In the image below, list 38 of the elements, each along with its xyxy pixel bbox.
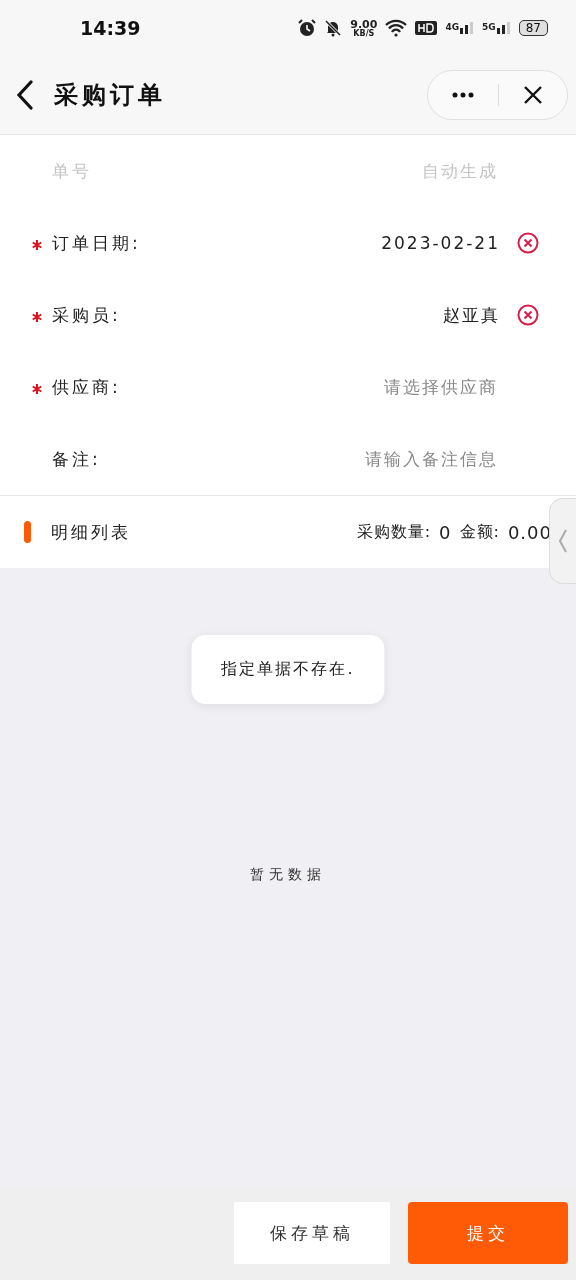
- signal-icon: [496, 22, 511, 34]
- section-marker: [24, 521, 31, 543]
- page-title: 采购订单: [54, 80, 167, 111]
- field-label: 供应商:: [52, 375, 122, 399]
- field-label: 采购员:: [52, 303, 122, 327]
- amount-label: 金额:: [459, 521, 500, 543]
- wifi-icon: [385, 19, 408, 37]
- status-time: 14:39: [80, 17, 141, 39]
- toast-message: 指定单据不存在.: [191, 635, 385, 704]
- network-speed: 9.00: [350, 18, 378, 30]
- field-label: 订单日期:: [52, 231, 142, 255]
- field-label: 单号: [52, 159, 93, 183]
- save-draft-button[interactable]: 保存草稿: [234, 1202, 390, 1264]
- alarm-icon: [298, 19, 317, 37]
- field-value[interactable]: 赵亚真: [443, 303, 500, 327]
- empty-state-text: 暂无数据: [250, 866, 326, 884]
- clear-icon[interactable]: [517, 304, 539, 326]
- field-label: 备注:: [52, 447, 102, 471]
- network-type: 5G: [482, 22, 496, 32]
- amount-value: 0.00: [507, 521, 552, 543]
- quantity-value: 0: [439, 521, 452, 543]
- hd-icon: [415, 20, 438, 36]
- section-title: 明细列表: [51, 520, 132, 544]
- quantity-label: 采购数量:: [356, 521, 432, 543]
- network-type: 4G: [445, 22, 460, 32]
- speed-unit: KB/S: [353, 29, 375, 38]
- more-icon[interactable]: [452, 92, 474, 98]
- battery-level: 87: [518, 20, 548, 36]
- clear-icon[interactable]: [517, 232, 539, 254]
- input-field[interactable]: 请输入备注信息: [276, 448, 500, 470]
- back-icon[interactable]: [16, 80, 34, 110]
- chevron-left-icon: [558, 528, 568, 554]
- bell-muted-icon: [324, 19, 343, 37]
- close-icon[interactable]: [523, 85, 543, 105]
- side-drawer-handle[interactable]: [549, 498, 576, 584]
- signal-icon: [460, 22, 475, 34]
- input-field[interactable]: 请选择供应商: [276, 376, 500, 398]
- field-value[interactable]: 2023-02-21: [381, 233, 500, 253]
